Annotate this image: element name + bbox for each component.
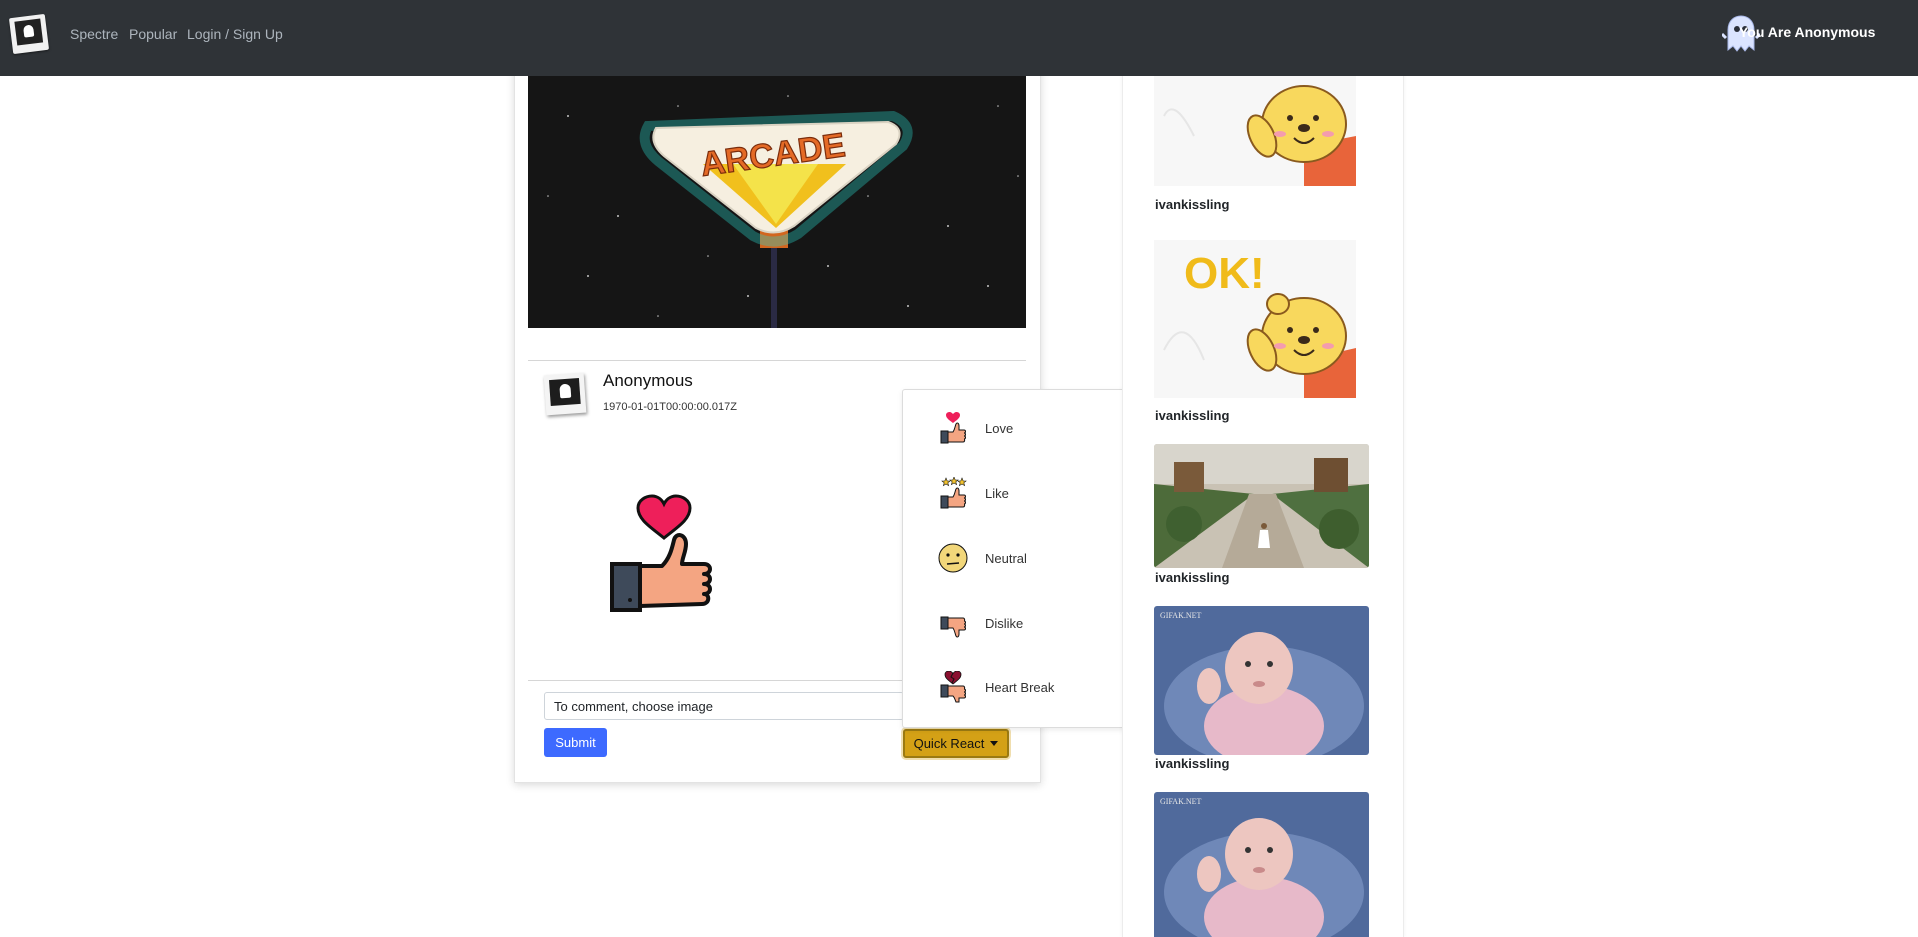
post-image[interactable]: ARCADE: [528, 76, 1026, 328]
dislike-icon: [940, 616, 966, 638]
quick-react-label: Quick React: [913, 736, 985, 751]
spectre-logo-icon[interactable]: [8, 13, 50, 55]
reaction-label: Like: [985, 486, 1009, 501]
feed-image[interactable]: OK!: [1154, 240, 1356, 398]
caret-down-icon: [990, 741, 999, 746]
ok-overlay-text: OK!: [1184, 249, 1265, 298]
feed-image[interactable]: [1154, 76, 1356, 186]
gifak-watermark: GIFAK.NET: [1160, 611, 1202, 620]
feed-image[interactable]: GIFAK.NET: [1154, 606, 1369, 755]
love-icon: [940, 412, 966, 444]
love-reaction-icon: [610, 494, 712, 612]
arcade-sign-image: ARCADE: [528, 76, 1026, 328]
reaction-item-love[interactable]: Love: [903, 404, 1137, 454]
feed-username[interactable]: ivankissling: [1155, 408, 1229, 423]
current-user-label[interactable]: You Are Anonymous: [1739, 24, 1875, 40]
reaction-item-neutral[interactable]: Neutral: [903, 534, 1137, 584]
reaction-label: Love: [985, 421, 1014, 436]
nav-link-login[interactable]: Login / Sign Up: [187, 26, 283, 42]
gifak-watermark: GIFAK.NET: [1160, 797, 1202, 806]
winnie-the-pooh-image: [1154, 76, 1356, 186]
baby-thumbs-up-image: GIFAK.NET: [1154, 606, 1369, 755]
feed-username[interactable]: ivankissling: [1155, 756, 1229, 771]
author-name[interactable]: Anonymous: [603, 371, 693, 391]
nav-link-spectre[interactable]: Spectre: [70, 26, 118, 42]
garden-path-image: [1154, 444, 1369, 568]
feed-image[interactable]: GIFAK.NET: [1154, 792, 1369, 937]
submit-button[interactable]: Submit: [544, 728, 607, 757]
author-avatar[interactable]: [543, 372, 587, 416]
divider: [528, 360, 1026, 361]
top-navbar: Spectre Popular Login / Sign Up You Are …: [0, 0, 1918, 76]
winnie-ok-image: OK!: [1154, 240, 1356, 398]
post-timestamp: 1970-01-01T00:00:00.017Z: [603, 401, 737, 413]
like-icon: [940, 477, 967, 509]
reaction-label: Heart Break: [985, 680, 1055, 695]
reaction-item-heart-break[interactable]: Heart Break: [903, 663, 1137, 713]
quick-react-menu: Love Like Neutral Dislike Heart Break: [902, 389, 1138, 728]
reaction-label: Neutral: [985, 551, 1027, 566]
feed-image[interactable]: [1154, 444, 1369, 568]
nav-link-popular[interactable]: Popular: [129, 26, 177, 42]
feed-username[interactable]: ivankissling: [1155, 197, 1229, 212]
reaction-item-like[interactable]: Like: [903, 469, 1137, 519]
quick-react-button[interactable]: Quick React: [903, 729, 1009, 758]
baby-thumbs-up-image: GIFAK.NET: [1154, 792, 1369, 937]
neutral-icon: [938, 543, 968, 573]
reaction-label: Dislike: [985, 616, 1024, 631]
comment-input[interactable]: [544, 692, 904, 720]
heart-break-icon: [940, 671, 966, 703]
divider: [528, 680, 904, 681]
feed-username[interactable]: ivankissling: [1155, 570, 1229, 585]
reaction-item-dislike[interactable]: Dislike: [903, 599, 1137, 649]
